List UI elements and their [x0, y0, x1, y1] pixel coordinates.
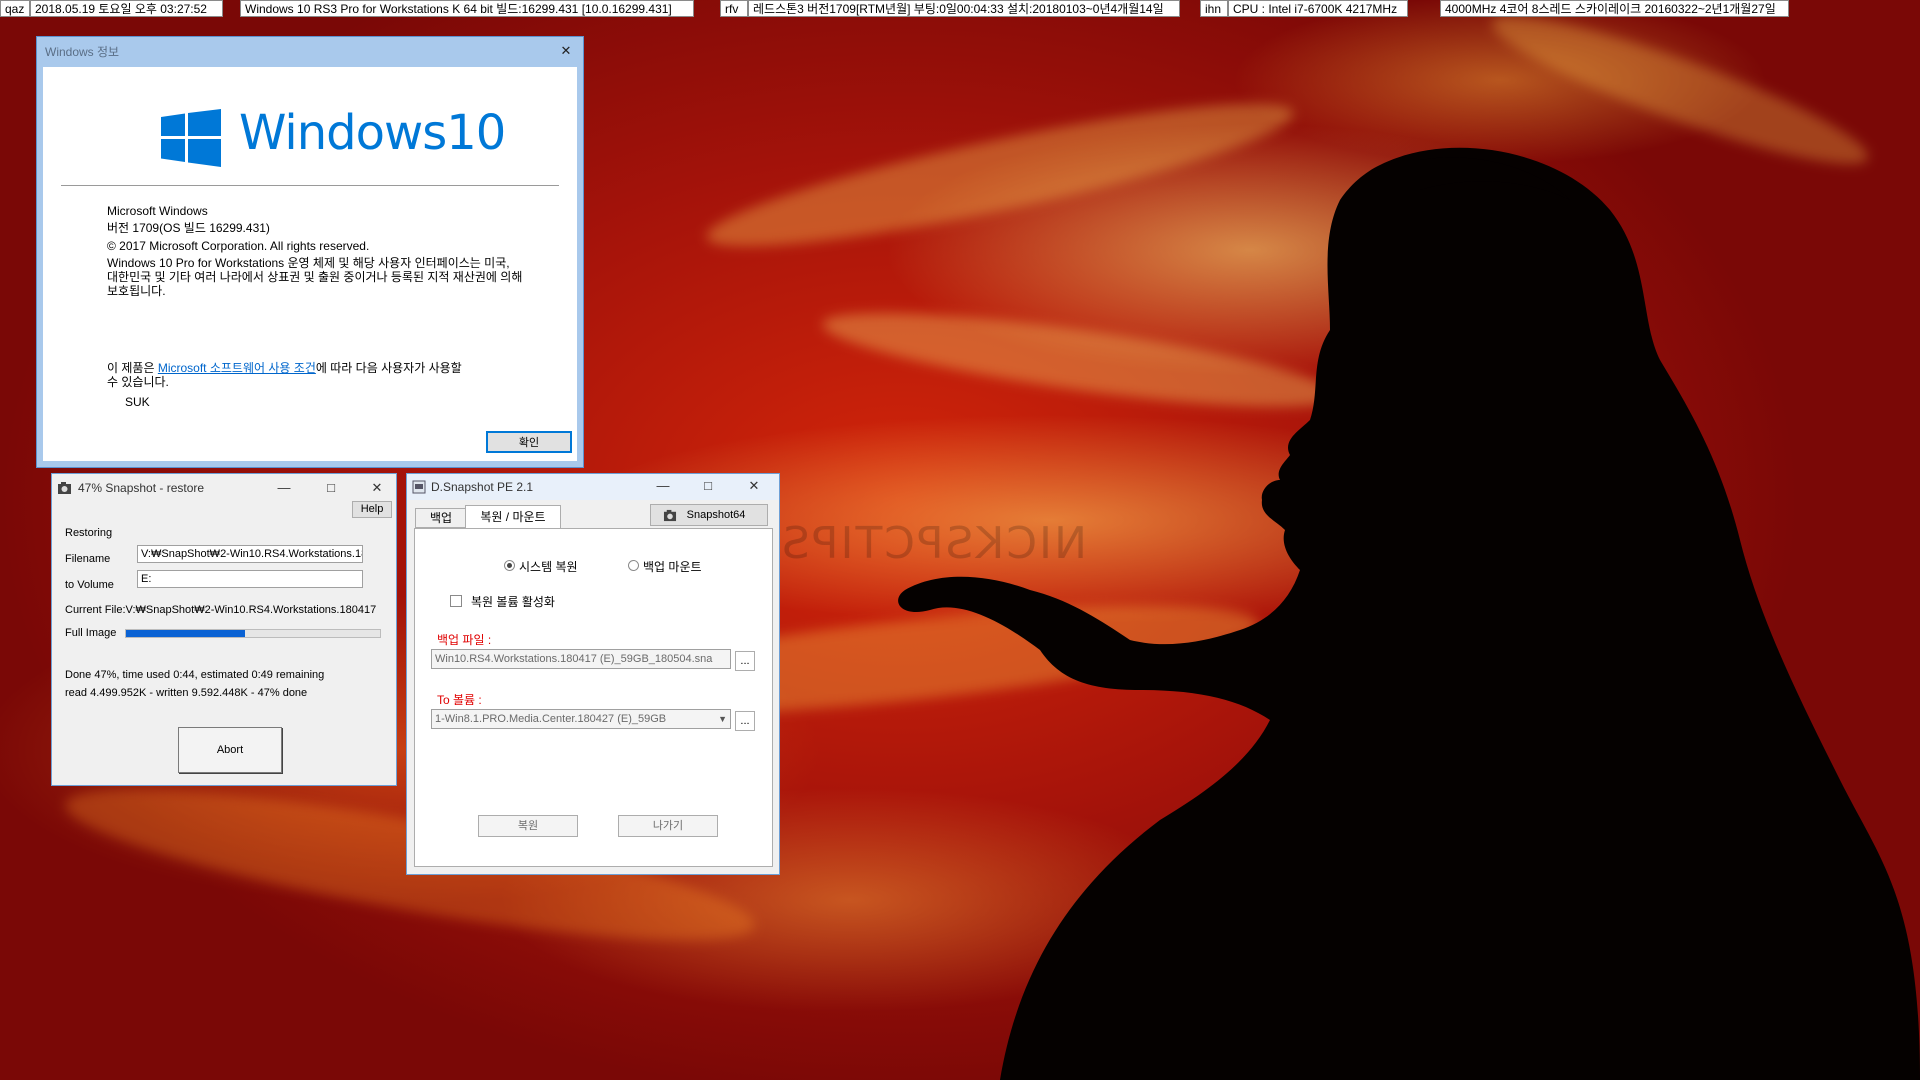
radio-backup-mount-label[interactable]: 백업 마운트 — [643, 558, 702, 575]
license-text: 이 제품은 Microsoft 소프트웨어 사용 조건에 따라 다음 사용자가 … — [107, 361, 462, 375]
full-image-progress — [125, 629, 381, 638]
restore-button[interactable]: 복원 — [478, 815, 578, 837]
topbar-version-uptime: 레드스톤3 버전1709[RTM년월] 부팅:0일00:04:33 설치:201… — [748, 0, 1180, 17]
about-windows-dialog: Windows 정보 ✕ Windows10 Microsoft Windows… — [36, 36, 584, 468]
windows-logo-wordmark: Windows10 — [239, 105, 506, 161]
radio-system-restore-label[interactable]: 시스템 복원 — [519, 558, 578, 575]
full-image-label: Full Image — [65, 627, 117, 639]
topbar-cpu: CPU : Intel i7-6700K 4217MHz — [1228, 0, 1408, 17]
to-volume-select[interactable]: 1-Win8.1.PRO.Media.Center.180427 (E)_59G… — [431, 709, 731, 729]
licensed-user: SUK — [125, 395, 150, 409]
camera-icon — [58, 482, 71, 494]
exit-button[interactable]: 나가기 — [618, 815, 718, 837]
help-button[interactable]: Help — [352, 501, 392, 518]
backup-file-field[interactable]: Win10.RS4.Workstations.180417 (E)_59GB_1… — [431, 649, 731, 669]
enable-volume-label[interactable]: 복원 볼륨 활성화 — [471, 593, 555, 610]
topbar-hotkey-qaz: qaz — [0, 0, 30, 17]
progress-fill — [126, 630, 246, 637]
tab-backup[interactable]: 백업 — [415, 508, 467, 528]
tab-restore-mount[interactable]: 복원 / 마운트 — [465, 505, 561, 529]
trademark-line-3: 보호됩니다. — [107, 284, 166, 298]
minimize-icon[interactable]: — — [265, 474, 303, 502]
topbar-hotkey-ihn: ihn — [1200, 0, 1228, 17]
trademark-line-2: 대한민국 및 기타 여러 나라에서 상표권 및 출원 중이거나 등록된 지적 재… — [107, 270, 523, 284]
close-icon[interactable]: ✕ — [358, 474, 396, 502]
filename-label: Filename — [65, 553, 111, 565]
topbar-os-build: Windows 10 RS3 Pro for Workstations K 64… — [240, 0, 694, 17]
logo-version: 10 — [446, 105, 506, 161]
chevron-down-icon[interactable]: ▼ — [718, 710, 727, 728]
backup-file-browse-button[interactable]: ... — [735, 651, 755, 671]
camera-icon — [663, 509, 677, 522]
dsnapshot-window: D.Snapshot PE 2.1 — □ ✕ 백업 복원 / 마운트 Snap… — [406, 473, 780, 875]
maximize-icon[interactable]: □ — [689, 474, 727, 498]
close-icon[interactable]: ✕ — [735, 474, 773, 498]
license-text-line2: 수 있습니다. — [107, 375, 169, 389]
radio-system-restore[interactable] — [504, 560, 515, 571]
snapshot-restore-window: 47% Snapshot - restore — □ ✕ Help Restor… — [51, 473, 397, 786]
minimize-icon[interactable]: — — [644, 474, 682, 498]
license-terms-link[interactable]: Microsoft 소프트웨어 사용 조건 — [158, 361, 316, 375]
dsnapshot-title: D.Snapshot PE 2.1 — [431, 480, 534, 494]
status-line-2: read 4.499.952K - written 9.592.448K - 4… — [65, 687, 308, 699]
backup-file-label: 백업 파일 : — [437, 633, 492, 647]
product-name: Microsoft Windows — [107, 204, 208, 218]
dsnapshot-titlebar[interactable]: D.Snapshot PE 2.1 — □ ✕ — [407, 474, 779, 500]
restore-title: 47% Snapshot - restore — [78, 481, 205, 495]
version-line: 버전 1709(OS 빌드 16299.431) — [107, 221, 270, 235]
snapshot64-label: Snapshot64 — [686, 509, 746, 521]
about-dialog-content: Windows10 Microsoft Windows 버전 1709(OS 빌… — [43, 67, 577, 461]
ok-button[interactable]: 확인 — [486, 431, 572, 453]
to-volume-browse-button[interactable]: ... — [735, 711, 755, 731]
abort-button[interactable]: Abort — [178, 727, 282, 773]
radio-backup-mount[interactable] — [628, 560, 639, 571]
restore-tab-panel: 시스템 복원 백업 마운트 복원 볼륨 활성화 백업 파일 : Win10.RS… — [414, 528, 773, 867]
snapshot64-button[interactable]: Snapshot64 — [650, 504, 768, 526]
current-file-text: Current File:V:₩SnapShot₩2-Win10.RS4.Wor… — [65, 604, 377, 616]
close-icon[interactable]: ✕ — [549, 37, 583, 65]
license-suffix: 에 따라 다음 사용자가 사용할 — [315, 361, 462, 375]
license-prefix: 이 제품은 — [107, 361, 158, 375]
topbar-datetime: 2018.05.19 토요일 오후 03:27:52 — [30, 0, 223, 17]
filename-field[interactable]: V:₩SnapShot₩2-Win10.RS4.Workstations.18 — [137, 545, 363, 563]
volume-label: to Volume — [65, 579, 114, 591]
logo-text: Windows — [239, 105, 447, 161]
trademark-line-1: Windows 10 Pro for Workstations 운영 체제 및 … — [107, 256, 510, 270]
to-volume-value: 1-Win8.1.PRO.Media.Center.180427 (E)_59G… — [435, 713, 667, 725]
app-icon — [412, 480, 426, 494]
topbar-cpu-detail: 4000MHz 4코어 8스레드 스카이레이크 20160322~2년1개월27… — [1440, 0, 1789, 17]
about-dialog-title: Windows 정보 — [45, 45, 120, 59]
to-volume-label: To 볼륨 : — [437, 693, 482, 707]
volume-field[interactable]: E: — [137, 570, 363, 588]
restore-titlebar[interactable]: 47% Snapshot - restore — □ ✕ — [52, 474, 396, 502]
windows-logo-icon — [161, 109, 221, 167]
restoring-label: Restoring — [65, 527, 113, 539]
topbar-hotkey-rfv: rfv — [720, 0, 748, 17]
about-divider — [61, 185, 559, 186]
maximize-icon[interactable]: □ — [312, 474, 350, 502]
status-line-1: Done 47%, time used 0:44, estimated 0:49… — [65, 669, 325, 681]
about-dialog-titlebar[interactable]: Windows 정보 ✕ — [37, 37, 583, 67]
enable-volume-checkbox[interactable] — [450, 595, 462, 607]
copyright-line: © 2017 Microsoft Corporation. All rights… — [107, 239, 370, 253]
